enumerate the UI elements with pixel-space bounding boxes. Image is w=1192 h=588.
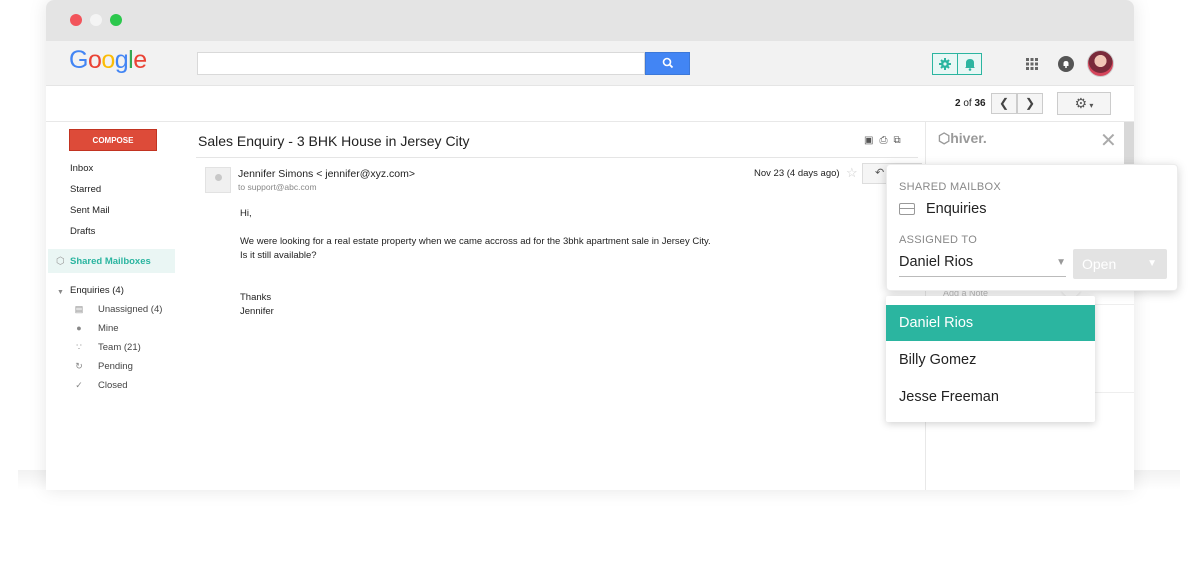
email-body-line: Is it still available? — [240, 250, 317, 261]
sidebar-item-enquiries[interactable]: Enquiries (4) — [70, 285, 124, 296]
inbox-tray-icon: ▤ — [74, 304, 84, 314]
subject-actions: ▣⎙⧉ — [864, 135, 907, 146]
gear-icon — [939, 58, 951, 70]
sidebar-item-starred[interactable]: Starred — [70, 184, 101, 195]
inbox-tray-icon — [899, 203, 915, 215]
dropdown-option[interactable]: Billy Gomez — [886, 342, 1095, 378]
assigned-to-label: ASSIGNED TO — [899, 234, 978, 246]
close-window-button[interactable] — [70, 14, 82, 26]
pager-total: 36 — [974, 98, 986, 109]
expand-triangle-icon[interactable]: ▼ — [57, 289, 64, 296]
dropdown-option[interactable]: Jesse Freeman — [886, 379, 1095, 415]
sender-avatar — [205, 167, 231, 193]
email-subject: Sales Enquiry - 3 BHK House in Jersey Ci… — [198, 133, 470, 149]
status-value: Open — [1082, 256, 1117, 272]
email-view: Sales Enquiry - 3 BHK House in Jersey Ci… — [196, 122, 926, 490]
minimize-window-button[interactable] — [90, 14, 102, 26]
chevron-left-icon: ❮ — [998, 96, 1010, 110]
search-icon — [662, 57, 674, 69]
person-icon: ● — [76, 323, 82, 333]
compose-button[interactable]: COMPOSE — [69, 129, 157, 151]
window-titlebar — [46, 0, 1134, 41]
recipient: to support@abc.com — [238, 182, 317, 192]
email-body-signoff: Thanks — [240, 292, 272, 303]
reply-icon: ↶ — [875, 167, 885, 179]
previous-button[interactable]: ❮ — [991, 93, 1017, 114]
email-body-signature: Jennifer — [240, 306, 274, 317]
apps-grid-icon[interactable] — [1025, 57, 1039, 71]
divider — [196, 157, 918, 158]
email-date: Nov 23 (4 days ago) — [754, 168, 840, 179]
assignee-select[interactable]: Daniel Rios ▼ — [899, 251, 1066, 277]
shared-mailbox-icon: ⬡ — [56, 256, 65, 267]
mail-toolbar: 2 of 36 ❮ ❯ ⚙ ▾ — [46, 86, 1134, 122]
assign-popup: SHARED MAILBOX Enquiries ASSIGNED TO Dan… — [886, 164, 1178, 291]
email-body-greeting: Hi, — [240, 208, 252, 219]
sidebar-item-sent-mail[interactable]: Sent Mail — [70, 205, 110, 216]
sidebar-item-unassigned[interactable]: Unassigned (4) — [98, 304, 162, 315]
chevron-down-icon: ▾ — [1087, 101, 1094, 110]
print-icon[interactable]: ⎙ — [879, 135, 893, 146]
hiver-cube-icon: ⬡ — [938, 130, 951, 146]
star-icon[interactable]: ☆ — [846, 165, 858, 181]
hiver-logo: ⬡hiver. — [938, 130, 987, 147]
pager-separator: of — [963, 98, 972, 109]
user-avatar[interactable] — [1087, 50, 1114, 77]
hiver-logo-text: hiver. — [950, 130, 987, 146]
pager-current: 2 — [955, 98, 961, 109]
close-icon[interactable]: ✕ — [1100, 128, 1117, 153]
bell-icon — [965, 59, 975, 71]
settings-button[interactable]: ⚙ ▾ — [1057, 92, 1111, 115]
sidebar-item-pending[interactable]: Pending — [98, 361, 133, 372]
notifications-icon[interactable] — [1058, 56, 1074, 72]
gmail-header: Google — [46, 41, 1134, 86]
archive-icon[interactable]: ▣ — [864, 135, 879, 146]
chevron-down-icon: ▼ — [1147, 258, 1157, 269]
pager-count: 2 of 36 — [955, 98, 986, 109]
assignee-value: Daniel Rios — [899, 254, 974, 270]
hiver-notifications-button[interactable] — [958, 54, 982, 74]
hiver-toolbar — [932, 53, 982, 75]
email-body-line: We were looking for a real estate proper… — [240, 236, 711, 247]
assignee-dropdown: Daniel Rios Billy Gomez Jesse Freeman — [886, 296, 1095, 422]
maximize-window-button[interactable] — [110, 14, 122, 26]
search-button[interactable] — [645, 52, 690, 75]
team-icon: ∵ — [76, 342, 82, 352]
check-circle-icon: ✓ — [75, 380, 83, 390]
sidebar-item-team[interactable]: Team (21) — [98, 342, 141, 353]
next-button[interactable]: ❯ — [1017, 93, 1043, 114]
status-button[interactable]: Open ▼ — [1073, 249, 1167, 279]
google-logo[interactable]: Google — [69, 46, 147, 75]
sidebar-item-inbox[interactable]: Inbox — [70, 163, 93, 174]
search-input[interactable] — [197, 52, 645, 75]
chevron-right-icon: ❯ — [1024, 96, 1036, 110]
sidebar-item-mine[interactable]: Mine — [98, 323, 119, 334]
mailbox-name: Enquiries — [926, 201, 987, 217]
sidebar-item-drafts[interactable]: Drafts — [70, 226, 95, 237]
shared-mailbox-label: SHARED MAILBOX — [899, 181, 1002, 193]
shared-mailboxes-label: Shared Mailboxes — [70, 256, 151, 267]
gear-icon: ⚙ — [1074, 95, 1088, 111]
new-window-icon[interactable]: ⧉ — [893, 135, 906, 146]
dropdown-option[interactable]: Daniel Rios — [886, 305, 1095, 341]
chevron-down-icon: ▼ — [1056, 257, 1066, 268]
sidebar-item-closed[interactable]: Closed — [98, 380, 128, 391]
refresh-icon: ↻ — [75, 361, 83, 371]
sender-name[interactable]: Jennifer Simons < jennifer@xyz.com> — [238, 168, 415, 180]
sidebar: COMPOSE Inbox Starred Sent Mail Drafts ⬡… — [46, 122, 196, 490]
hiver-settings-button[interactable] — [933, 54, 958, 74]
